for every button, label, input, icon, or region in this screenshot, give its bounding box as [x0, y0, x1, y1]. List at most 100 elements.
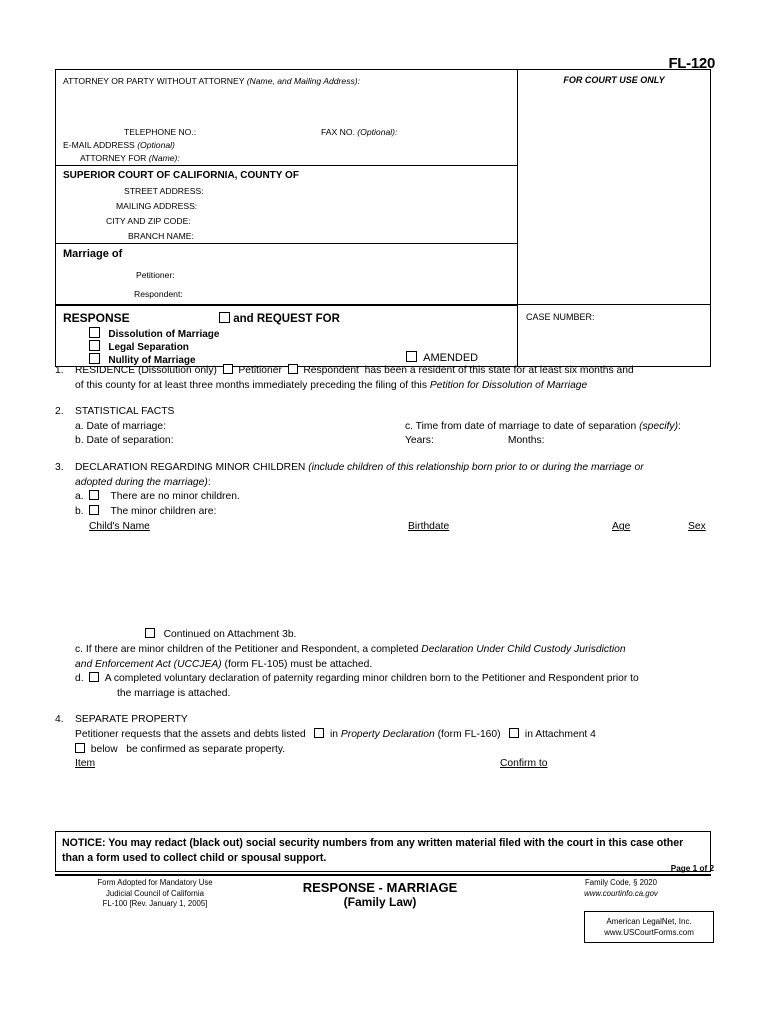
fax-label: FAX NO. (Optional): — [321, 127, 397, 137]
section-3b-row: b. The minor children are: — [75, 504, 715, 520]
section-3-number: 3. — [55, 461, 64, 473]
section-3d-line2: the marriage is attached. — [117, 687, 231, 699]
attorney-header-italic: (Name, and Mailing Address): — [246, 76, 361, 86]
section-4-title: SEPARATE PROPERTY — [75, 714, 188, 726]
section-3-body: DECLARATION REGARDING MINOR CHILDREN (in… — [75, 461, 715, 701]
section-2-left-col: a. Date of marriage: b. Date of separati… — [75, 420, 405, 449]
footer-adoption-info: Form Adopted for Mandatory Use Judicial … — [55, 878, 255, 910]
dissolution-label: Dissolution of Marriage — [108, 329, 220, 340]
section-1-number: 1. — [55, 365, 64, 376]
section-3c-text: c. If there are minor children of the Pe… — [75, 643, 422, 655]
section-1-body: RESIDENCE (Dissolution only) Petitioner … — [75, 364, 715, 393]
email-label-italic: (Optional) — [137, 140, 175, 150]
section-3d-body: A completed voluntary declaration of pat… — [89, 672, 639, 684]
paternity-declaration-checkbox[interactable] — [89, 672, 99, 683]
children-entry-area[interactable] — [75, 536, 715, 628]
below-label: below — [90, 743, 118, 755]
section-4-number: 4. — [55, 714, 64, 726]
col-header-sex: Sex — [688, 521, 706, 533]
dissolution-checkbox[interactable] — [89, 327, 100, 338]
property-declaration-checkbox[interactable] — [314, 727, 325, 738]
col-header-age: Age — [612, 521, 631, 533]
section-3b-body: The minor children are: — [89, 504, 217, 517]
case-number-block[interactable]: CASE NUMBER: — [518, 304, 710, 366]
below-checkbox[interactable] — [75, 742, 85, 753]
attachment-4-checkbox[interactable] — [509, 727, 520, 738]
mailing-address-label: MAILING ADDRESS: — [116, 201, 198, 211]
section-3-title-line2: adopted during the marriage): — [75, 476, 715, 491]
email-label: E-MAIL ADDRESS (Optional) — [63, 140, 175, 150]
caption-table: ATTORNEY OR PARTY WITHOUT ATTORNEY (Name… — [55, 69, 711, 367]
attorney-header: ATTORNEY OR PARTY WITHOUT ATTORNEY (Name… — [63, 76, 360, 86]
form-body: 1. RESIDENCE (Dissolution only) Petition… — [55, 364, 715, 835]
petitioner-checkbox[interactable] — [222, 364, 233, 374]
attachment-4-label: in Attachment 4 — [524, 728, 596, 740]
page-number: Page 1 of 2 — [670, 864, 714, 873]
minor-children-are-label: The minor children are: — [110, 505, 217, 517]
street-address-label: STREET ADDRESS: — [124, 186, 204, 196]
section-4-line1: Petitioner requests that the assets and … — [75, 727, 715, 743]
section-3c-tail: (form FL-105) must be attached. — [221, 658, 373, 670]
section-1-residence: 1. RESIDENCE (Dissolution only) Petition… — [55, 364, 715, 393]
attorney-block[interactable]: ATTORNEY OR PARTY WITHOUT ATTORNEY (Name… — [56, 70, 517, 165]
section-2-title: STATISTICAL FACTS — [75, 406, 175, 418]
respondent-checkbox[interactable] — [287, 364, 298, 374]
response-title: RESPONSE — [63, 311, 130, 325]
petition-dissolution-italic: Petition for Dissolution of Marriage — [429, 379, 588, 391]
option-legal-separation: Legal Separation — [89, 340, 189, 353]
attorney-for-italic: (Name): — [148, 153, 180, 163]
footer-legal-reference: Family Code, § 2020 www.courtinfo.ca.gov — [531, 878, 711, 899]
court-address-fields: STREET ADDRESS: MAILING ADDRESS: CITY AN… — [56, 186, 517, 246]
residence-lead: RESIDENCE (Dissolution only) — [75, 365, 217, 376]
footer-form-subtitle: (Family Law) — [343, 895, 417, 909]
section-3d-row: d. A completed voluntary declaration of … — [75, 672, 715, 687]
years-label[interactable]: Years: — [405, 434, 505, 449]
notice-box: NOTICE: You may redact (black out) socia… — [55, 831, 711, 872]
time-from-marriage-label: c. Time from date of marriage to date of… — [405, 420, 715, 435]
no-minor-children-checkbox[interactable] — [89, 490, 99, 501]
uccjea-italic-1: Declaration Under Child Custody Jurisdic… — [421, 643, 626, 655]
children-table-headers: Child's Name Birthdate Age Sex — [75, 520, 715, 536]
separate-property-lead: Petitioner requests that the assets and … — [75, 728, 306, 740]
caption-right-column: FOR COURT USE ONLY CASE NUMBER: — [518, 70, 710, 366]
court-block[interactable]: SUPERIOR COURT OF CALIFORNIA, COUNTY OF … — [56, 165, 517, 243]
legalnet-website[interactable]: www.USCourtForms.com — [588, 927, 710, 938]
section-2-statistical-facts: 2. STATISTICAL FACTS a. Date of marriage… — [55, 405, 715, 449]
marriage-of-title: Marriage of — [63, 248, 123, 260]
section-3-title-tail: : — [207, 476, 211, 488]
property-entry-area[interactable] — [75, 773, 715, 833]
legal-separation-label: Legal Separation — [108, 342, 189, 353]
attorney-for-text: ATTORNEY FOR — [80, 153, 147, 163]
section-2-body: STATISTICAL FACTS a. Date of marriage: b… — [75, 405, 715, 449]
footer-form-title-block: RESPONSE - MARRIAGE (Family Law) — [255, 880, 505, 909]
request-for-checkbox[interactable] — [219, 312, 230, 323]
section-1-line1: RESIDENCE (Dissolution only) Petitioner … — [75, 364, 715, 379]
marriage-block[interactable]: Marriage of Petitioner: Respondent: — [56, 243, 517, 304]
legalnet-company: American LegalNet, Inc. — [606, 917, 692, 926]
date-of-separation-label[interactable]: b. Date of separation: — [75, 434, 405, 449]
minor-children-are-checkbox[interactable] — [89, 504, 99, 515]
months-label[interactable]: Months: — [508, 435, 545, 446]
legal-separation-checkbox[interactable] — [89, 340, 100, 351]
section-3a-letter: a. — [75, 491, 84, 503]
continued-attachment-checkbox[interactable] — [145, 628, 155, 639]
telephone-label: TELEPHONE NO.: — [124, 127, 197, 137]
amended-option: AMENDED — [406, 351, 478, 364]
respondent-label: Respondent: — [134, 289, 183, 299]
nullity-checkbox[interactable] — [89, 353, 100, 364]
footer-website[interactable]: www.courtinfo.ca.gov — [531, 889, 711, 900]
date-of-marriage-label[interactable]: a. Date of marriage: — [75, 420, 405, 435]
section-4-line2: below be confirmed as separate property. — [75, 742, 715, 758]
petitioner-label: Petitioner: — [136, 270, 175, 280]
time-from-marriage-tail: : — [678, 420, 681, 432]
property-declaration-pre: in — [330, 728, 341, 740]
amended-checkbox[interactable] — [406, 351, 417, 362]
section-3c-line2: and Enforcement Act (UCCJEA) (form FL-10… — [75, 658, 715, 673]
amended-label: AMENDED — [423, 352, 479, 364]
footer-divider — [55, 874, 711, 876]
option-dissolution: Dissolution of Marriage — [89, 327, 219, 340]
section-4-separate-property: 4. SEPARATE PROPERTY Petitioner requests… — [55, 713, 715, 833]
section-2-number: 2. — [55, 406, 64, 418]
footer-form-revision: FL-100 [Rev. January 1, 2005] — [102, 899, 208, 908]
caption-left-column: ATTORNEY OR PARTY WITHOUT ATTORNEY (Name… — [56, 70, 518, 366]
